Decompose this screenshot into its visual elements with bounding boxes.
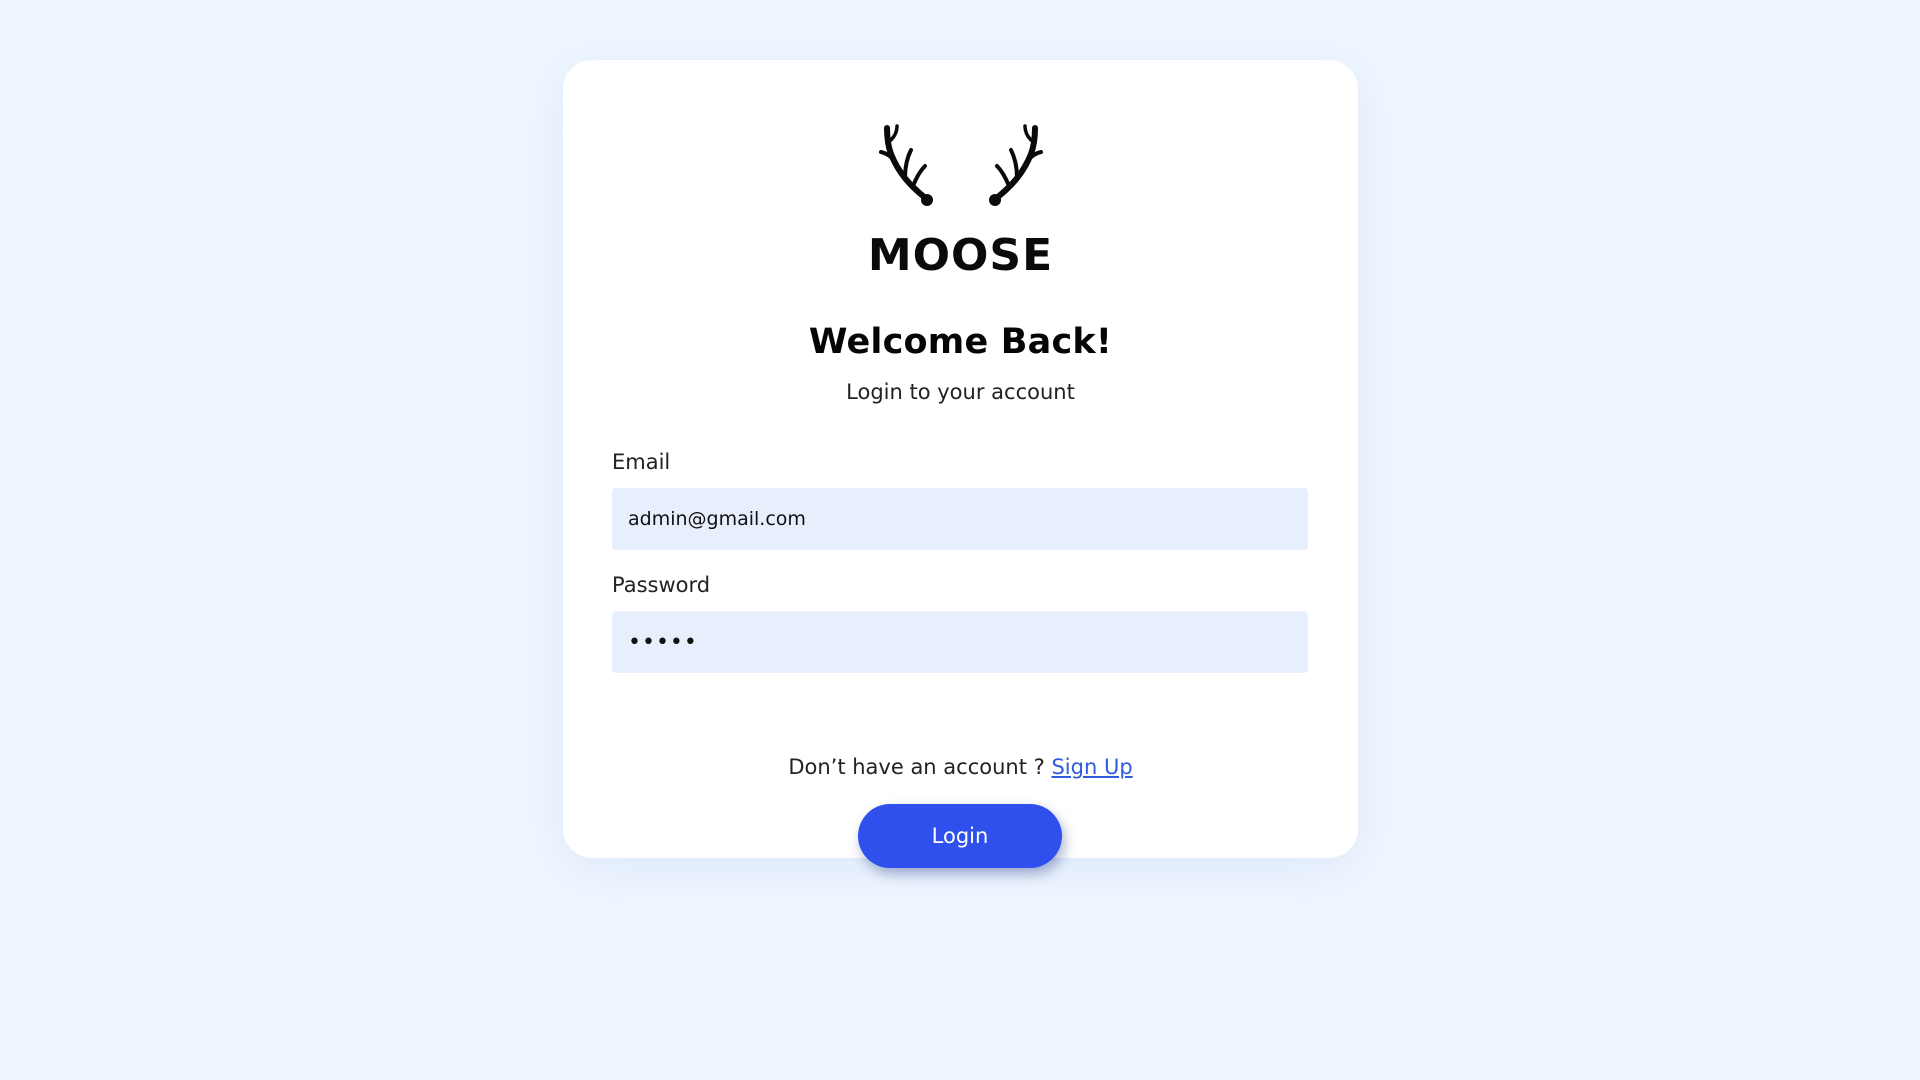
moose-antlers-icon <box>878 124 1043 206</box>
brand-logo-text: MOOSE <box>867 230 1054 281</box>
email-field[interactable] <box>612 488 1308 550</box>
page-subtitle: Login to your account <box>846 380 1075 404</box>
signup-link[interactable]: Sign Up <box>1051 755 1132 779</box>
brand-logo: MOOSE <box>861 116 1061 278</box>
signup-prompt-line: Don’t have an account ? Sign Up <box>563 755 1358 779</box>
password-field[interactable] <box>612 611 1308 673</box>
signup-prompt-text: Don’t have an account ? <box>788 755 1052 779</box>
login-button[interactable]: Login <box>858 804 1062 868</box>
page-title: Welcome Back! <box>808 322 1113 362</box>
login-card: MOOSE Welcome Back! Login to your accoun… <box>563 60 1358 868</box>
password-label: Password <box>612 573 711 597</box>
email-label: Email <box>612 450 671 474</box>
